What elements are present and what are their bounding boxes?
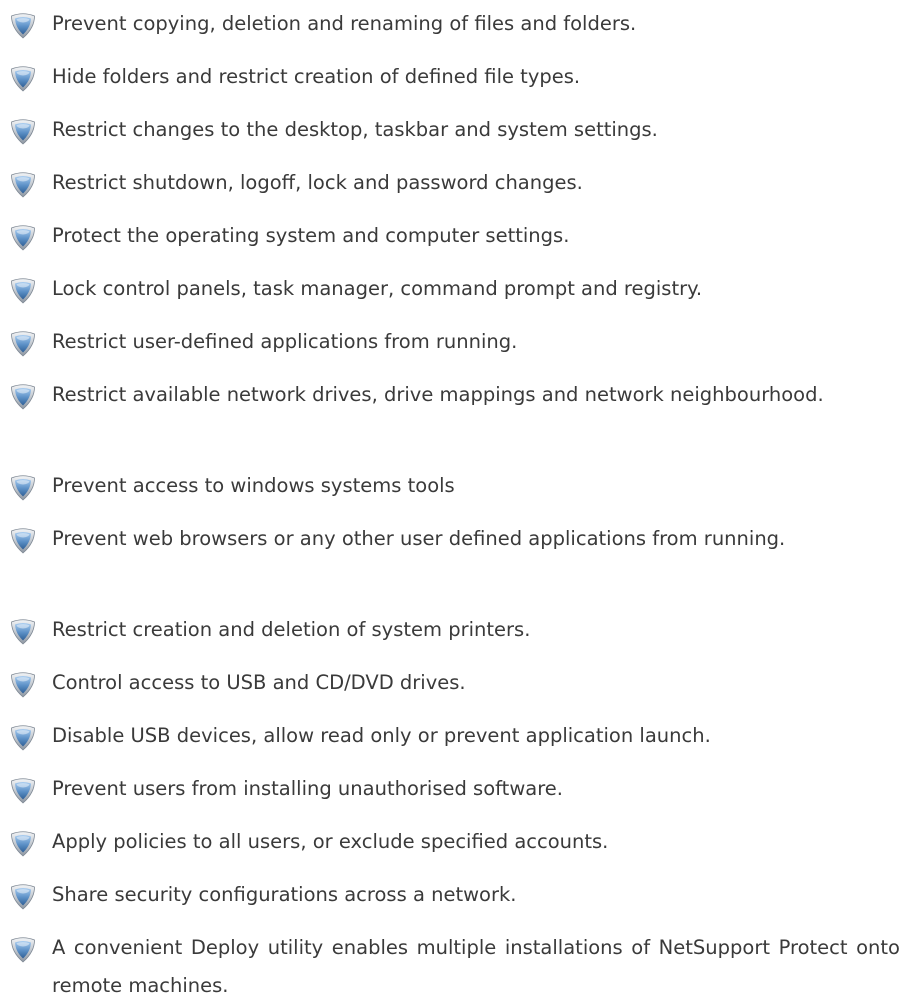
- shield-icon: [10, 11, 36, 39]
- shield-icon: [10, 526, 36, 554]
- feature-text: Restrict creation and deletion of system…: [52, 618, 531, 641]
- shield-icon: [10, 829, 36, 857]
- feature-text: Hide folders and restrict creation of de…: [52, 65, 581, 88]
- feature-text: Restrict changes to the desktop, taskbar…: [52, 118, 658, 141]
- shield-icon: [10, 64, 36, 92]
- shield-icon: [10, 170, 36, 198]
- feature-text: Restrict shutdown, logoff, lock and pass…: [52, 171, 583, 194]
- feature-text: Disable USB devices, allow read only or …: [52, 724, 711, 747]
- shield-icon: [10, 276, 36, 304]
- feature-text: Control access to USB and CD/DVD drives.: [52, 671, 466, 694]
- shield-icon: [10, 329, 36, 357]
- shield-icon: [10, 723, 36, 751]
- feature-text: Protect the operating system and compute…: [52, 224, 570, 247]
- feature-text: Share security configurations across a n…: [52, 883, 517, 906]
- shield-icon: [10, 223, 36, 251]
- feature-text: Prevent copying, deletion and renaming o…: [52, 12, 637, 35]
- feature-text: Lock control panels, task manager, comma…: [52, 277, 703, 300]
- shield-icon: [10, 776, 36, 804]
- feature-text: A convenient Deploy utility enables mult…: [52, 936, 900, 997]
- feature-text: Restrict available network drives, drive…: [52, 383, 824, 406]
- feature-text: Prevent users from installing unauthoris…: [52, 777, 563, 800]
- shield-icon: [10, 617, 36, 645]
- shield-icon: [10, 882, 36, 910]
- feature-text: Apply policies to all users, or exclude …: [52, 830, 609, 853]
- shield-icon: [10, 935, 36, 963]
- feature-text: Prevent access to windows systems tools: [52, 474, 455, 497]
- shield-icon: [10, 117, 36, 145]
- shield-icon: [10, 670, 36, 698]
- feature-text: Restrict user-defined applications from …: [52, 330, 518, 353]
- shield-icon: [10, 473, 36, 501]
- shield-icon: [10, 382, 36, 410]
- feature-text: Prevent web browsers or any other user d…: [52, 527, 786, 550]
